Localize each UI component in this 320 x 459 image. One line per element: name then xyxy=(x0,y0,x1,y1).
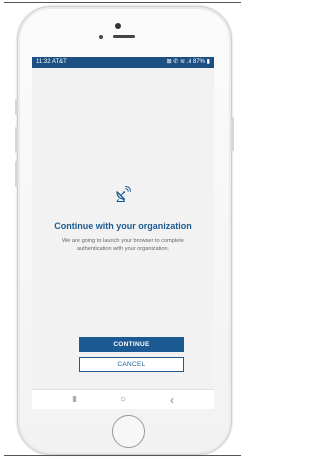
status-time: 11:32 AT&T xyxy=(36,59,67,65)
cancel-button[interactable]: CANCEL xyxy=(79,357,184,372)
volume-down-button xyxy=(15,161,18,187)
home-nav-icon[interactable]: ○ xyxy=(113,390,133,409)
status-bar: 11:32 AT&T ⊠ ✆ ≋ .ıl 87% ▮ xyxy=(32,57,214,68)
phone-screen: 11:32 AT&T ⊠ ✆ ≋ .ıl 87% ▮ Continue with… xyxy=(32,57,214,409)
back-icon[interactable]: ‹ xyxy=(162,390,182,409)
page-title: Continue with your organization xyxy=(54,221,192,231)
front-camera xyxy=(115,23,121,29)
android-nav-bar: III ○ ‹ xyxy=(32,389,214,409)
satellite-dish-icon xyxy=(116,186,131,203)
sensor-dot xyxy=(99,35,103,39)
earpiece-speaker xyxy=(113,35,135,38)
home-button[interactable] xyxy=(112,415,145,448)
recents-icon[interactable]: III xyxy=(64,390,84,409)
page-description: We are going to launch your browser to c… xyxy=(62,238,184,252)
power-button xyxy=(231,117,234,151)
continue-button[interactable]: CONTINUE xyxy=(79,337,184,352)
mute-switch xyxy=(15,99,18,115)
top-rule xyxy=(4,2,241,3)
status-icons: ⊠ ✆ ≋ .ıl 87% ▮ xyxy=(166,59,210,65)
bottom-rule xyxy=(4,455,241,456)
volume-up-button xyxy=(15,127,18,153)
